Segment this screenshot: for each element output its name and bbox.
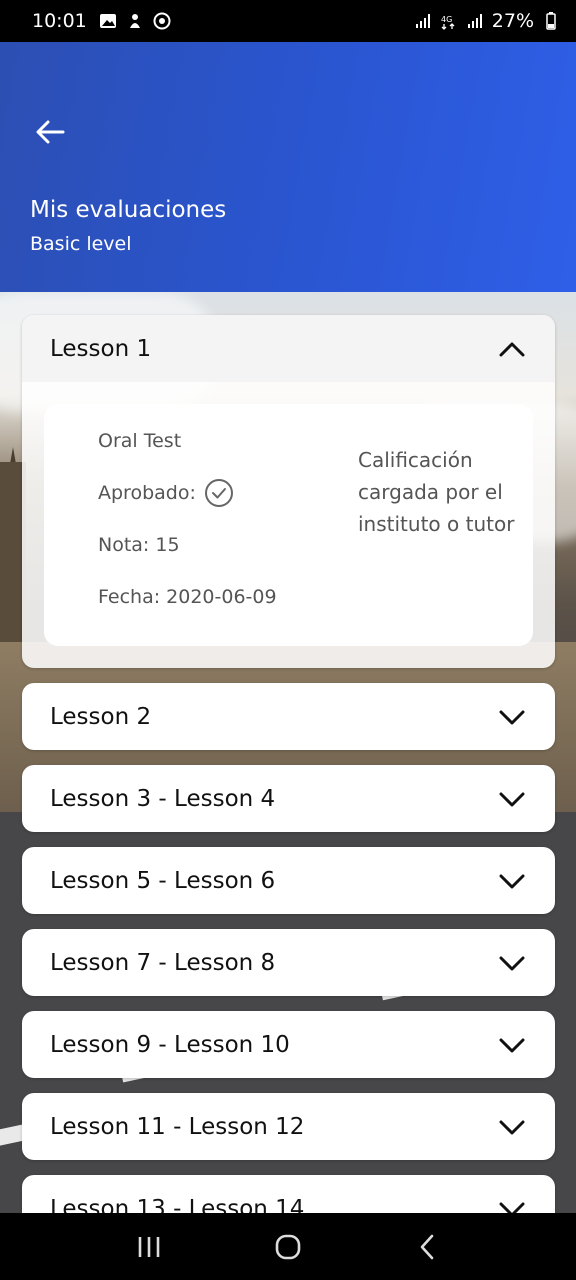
home-button[interactable]: [263, 1222, 313, 1272]
back-button[interactable]: [30, 112, 70, 152]
evaluation-card: Oral Test Aprobado: Nota: 15 Fecha: 2020…: [44, 404, 533, 646]
lesson-header[interactable]: Lesson 2: [22, 683, 555, 750]
lesson-panel: Lesson 1 Oral Test Aprobado: Nota: 15 Fe…: [22, 315, 555, 668]
chevron-down-icon[interactable]: [497, 1117, 527, 1137]
home-icon: [275, 1234, 301, 1259]
lesson-label: Lesson 7 - Lesson 8: [50, 949, 276, 976]
lesson-panel: Lesson 2: [22, 683, 555, 750]
4g-icon: 4G: [441, 15, 455, 30]
chevron-down-icon[interactable]: [497, 953, 527, 973]
image-icon: [99, 14, 116, 28]
evaluation-grade: Nota: 15: [98, 534, 180, 556]
lesson-label: Lesson 9 - Lesson 10: [50, 1031, 290, 1058]
lesson-label: Lesson 1: [50, 335, 152, 362]
lessons-accordion: Lesson 1 Oral Test Aprobado: Nota: 15 Fe…: [22, 315, 555, 1257]
recents-icon: [139, 1236, 160, 1257]
battery-icon: [546, 12, 556, 30]
chevron-down-icon[interactable]: [497, 1035, 527, 1055]
evaluation-note: Calificación cargada por el instituto o …: [358, 448, 515, 536]
signal-icon: [467, 14, 482, 28]
back-icon: [420, 1234, 433, 1259]
page-title: Mis evaluaciones: [30, 197, 227, 223]
system-nav-bar: [0, 1213, 576, 1280]
signal-icon: [415, 14, 430, 28]
whatsapp-icon: [153, 12, 171, 30]
evaluation-name: Oral Test: [98, 430, 182, 452]
notification-icon: [129, 14, 140, 28]
lesson-panel: Lesson 7 - Lesson 8: [22, 929, 555, 996]
lesson-label: Lesson 3 - Lesson 4: [50, 785, 276, 812]
battery-percent: 27%: [491, 10, 534, 32]
lesson-header[interactable]: Lesson 11 - Lesson 12: [22, 1093, 555, 1160]
lesson-header[interactable]: Lesson 5 - Lesson 6: [22, 847, 555, 914]
lesson-panel: Lesson 11 - Lesson 12: [22, 1093, 555, 1160]
lesson-body: Oral Test Aprobado: Nota: 15 Fecha: 2020…: [22, 382, 555, 668]
lesson-header[interactable]: Lesson 3 - Lesson 4: [22, 765, 555, 832]
lesson-header[interactable]: Lesson 9 - Lesson 10: [22, 1011, 555, 1078]
check-circle-icon: [204, 479, 233, 507]
chevron-up-icon[interactable]: [497, 339, 527, 359]
page-header: Mis evaluaciones Basic level: [0, 42, 576, 292]
lesson-header[interactable]: Lesson 7 - Lesson 8: [22, 929, 555, 996]
recents-button[interactable]: [124, 1222, 174, 1272]
nav-back-button[interactable]: [402, 1222, 452, 1272]
chevron-down-icon[interactable]: [497, 871, 527, 891]
lesson-header[interactable]: Lesson 1: [22, 315, 555, 382]
status-time: 10:01: [32, 10, 87, 32]
lesson-panel: Lesson 5 - Lesson 6: [22, 847, 555, 914]
approved-label: Aprobado:: [98, 482, 196, 504]
evaluation-approved: Aprobado:: [98, 479, 358, 534]
lesson-panel: Lesson 3 - Lesson 4: [22, 765, 555, 832]
arrow-left-icon: [36, 120, 65, 144]
svg-text:4G: 4G: [441, 15, 452, 24]
chevron-down-icon[interactable]: [497, 789, 527, 809]
status-bar: 10:01 4G 27%: [0, 0, 576, 42]
evaluation-date: Fecha: 2020-06-09: [98, 586, 277, 608]
lesson-label: Lesson 11 - Lesson 12: [50, 1113, 305, 1140]
page-subtitle: Basic level: [30, 233, 132, 255]
lesson-panel: Lesson 9 - Lesson 10: [22, 1011, 555, 1078]
lesson-label: Lesson 2: [50, 703, 152, 730]
chevron-down-icon[interactable]: [497, 707, 527, 727]
lesson-label: Lesson 5 - Lesson 6: [50, 867, 276, 894]
